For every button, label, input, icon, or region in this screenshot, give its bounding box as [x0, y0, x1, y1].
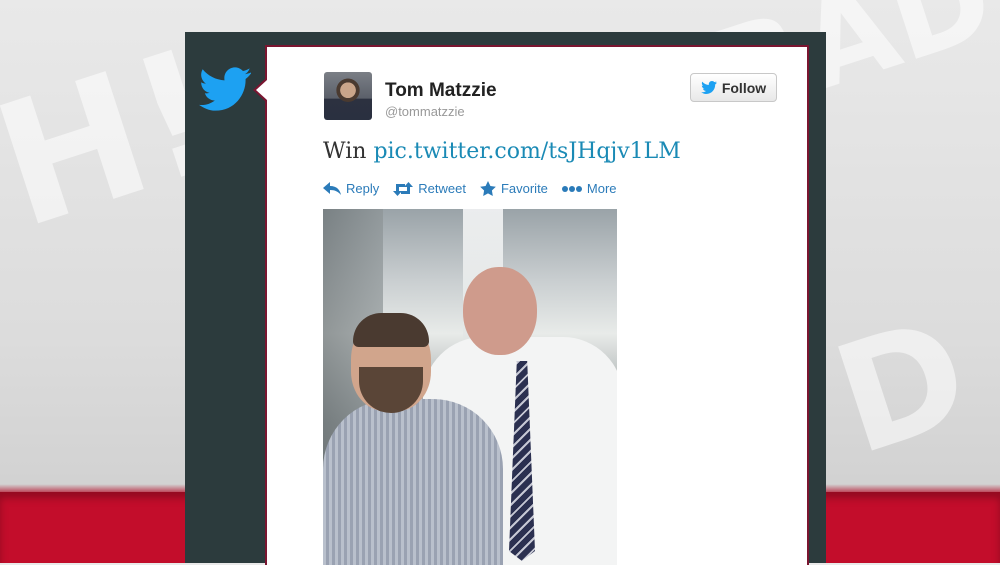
star-icon	[480, 181, 496, 196]
tweet-text: Win pic.twitter.com/tsJHqjv1LM	[323, 139, 681, 164]
more-action[interactable]: More	[561, 181, 617, 196]
photo-person-right-head	[463, 267, 537, 355]
bg-letter: D	[816, 285, 989, 489]
more-label: More	[586, 181, 617, 196]
twitter-bird-icon	[701, 81, 717, 94]
retweet-action[interactable]: Retweet	[393, 181, 466, 196]
reply-action[interactable]: Reply	[323, 181, 379, 196]
avatar[interactable]	[324, 72, 372, 120]
reply-label: Reply	[346, 181, 380, 196]
more-dots-icon	[561, 185, 582, 192]
photo-person-left-hair	[353, 313, 429, 347]
favorite-action[interactable]: Favorite	[480, 181, 548, 196]
retweet-label: Retweet	[418, 181, 466, 196]
tweet-text-prefix: Win	[323, 139, 367, 164]
favorite-label: Favorite	[500, 181, 548, 196]
twitter-bird-icon	[199, 67, 251, 111]
photo-person-left-body	[323, 399, 503, 565]
tweet-pointer-inner	[256, 80, 267, 100]
author-name[interactable]: Tom Matzzie	[385, 80, 497, 102]
follow-label: Follow	[721, 79, 767, 96]
retweet-icon	[393, 181, 414, 196]
tweet-photo[interactable]	[323, 209, 617, 565]
tweet-actions: Reply Retweet Favorite More	[323, 181, 617, 196]
follow-button[interactable]: Follow	[690, 73, 777, 102]
reply-icon	[323, 181, 341, 195]
tweet-card: Tom Matzzie @tommatzzie Follow Win pic.t…	[265, 45, 809, 565]
tweet-photo-link[interactable]: pic.twitter.com/tsJHqjv1LM	[373, 139, 680, 164]
author-handle[interactable]: @tommatzzie	[385, 104, 465, 119]
